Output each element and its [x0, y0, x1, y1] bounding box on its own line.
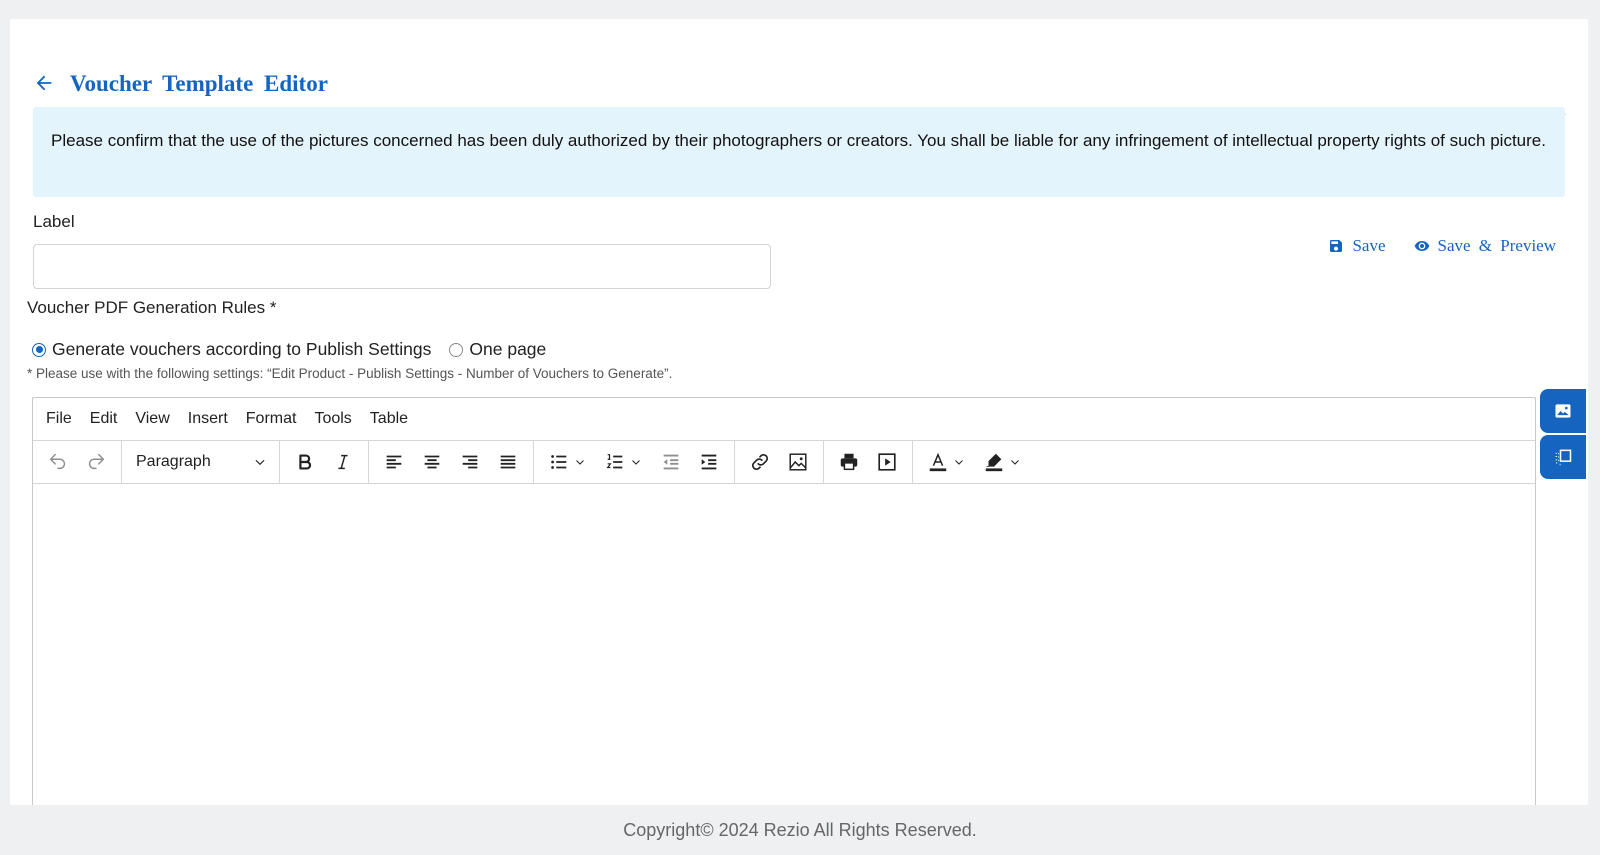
page-header: Voucher Template Editor — [33, 51, 1566, 115]
bold-icon — [299, 454, 312, 470]
menu-format[interactable]: Format — [237, 410, 306, 428]
align-right-button[interactable] — [451, 445, 489, 479]
text-color-icon — [929, 452, 947, 472]
radio-option-one-page[interactable]: One page — [449, 339, 546, 360]
text-color-button[interactable] — [919, 445, 975, 479]
page-title: Voucher Template Editor — [70, 71, 328, 96]
output-group — [824, 441, 913, 483]
save-button[interactable]: Save — [1328, 236, 1386, 256]
settings-hint: * Please use with the following settings… — [27, 366, 673, 381]
menu-insert[interactable]: Insert — [179, 410, 237, 428]
redo-icon — [88, 453, 105, 470]
radio-button-unchecked[interactable] — [449, 342, 464, 357]
editor-toolbar: Paragraph — [33, 441, 1535, 484]
italic-icon — [338, 454, 348, 470]
numbered-list-icon — [606, 454, 623, 469]
block-format-select[interactable]: Paragraph — [128, 445, 273, 479]
bold-button[interactable] — [286, 445, 324, 479]
editor-menubar: File Edit View Insert Format Tools Table — [33, 398, 1535, 441]
chevron-down-icon — [255, 459, 265, 466]
generation-rules-radio-group: Generate vouchers according to Publish S… — [32, 339, 564, 360]
highlighter-icon — [985, 453, 1003, 472]
menu-edit[interactable]: Edit — [81, 410, 127, 428]
menu-view[interactable]: View — [126, 410, 178, 428]
editor-content-area[interactable] — [33, 484, 1535, 805]
printer-icon — [840, 453, 858, 471]
insert-group — [735, 441, 824, 483]
menu-file[interactable]: File — [37, 410, 81, 428]
template-list-tab[interactable] — [1540, 435, 1586, 479]
list-layout-icon — [1555, 449, 1572, 466]
page-footer: Copyright© 2024 Rezio All Rights Reserve… — [623, 820, 977, 840]
color-group — [913, 441, 1037, 483]
indent-icon — [701, 454, 717, 470]
media-play-icon — [878, 453, 896, 471]
undo-icon — [49, 453, 66, 470]
action-buttons: Save Save & Preview — [1328, 236, 1556, 256]
menu-table[interactable]: Table — [361, 410, 417, 428]
generation-rules-title: Voucher PDF Generation Rules * — [27, 298, 277, 317]
insert-image-button[interactable] — [779, 445, 817, 479]
block-format-value: Paragraph — [136, 453, 211, 470]
redo-button[interactable] — [77, 445, 115, 479]
copyright-notice: Please confirm that the use of the pictu… — [33, 107, 1565, 197]
text-style-group — [280, 441, 369, 483]
floppy-disk-icon — [1330, 240, 1343, 252]
align-justify-button[interactable] — [489, 445, 527, 479]
radio-option-publish-settings[interactable]: Generate vouchers according to Publish S… — [32, 339, 431, 360]
radio-label-one-page: One page — [469, 339, 547, 359]
outdent-button[interactable] — [652, 445, 690, 479]
radio-label-publish-settings: Generate vouchers according to Publish S… — [52, 339, 432, 359]
link-button[interactable] — [741, 445, 779, 479]
align-center-icon — [424, 455, 440, 469]
label-field-label: Label — [33, 212, 75, 231]
align-left-button[interactable] — [375, 445, 413, 479]
insert-media-button[interactable] — [868, 445, 906, 479]
outdent-icon — [663, 454, 679, 470]
undo-button[interactable] — [39, 445, 77, 479]
italic-button[interactable] — [324, 445, 362, 479]
align-right-icon — [462, 455, 478, 469]
radio-button-checked[interactable] — [32, 342, 46, 357]
list-group — [534, 441, 735, 483]
chevron-down-icon — [576, 460, 584, 465]
alignment-group — [369, 441, 534, 483]
arrow-left-icon[interactable] — [33, 72, 55, 94]
indent-button[interactable] — [690, 445, 728, 479]
image-panel-tab[interactable] — [1540, 389, 1586, 433]
link-icon — [751, 453, 769, 471]
highlight-color-button[interactable] — [975, 445, 1031, 479]
label-input[interactable] — [33, 244, 771, 289]
save-preview-button[interactable]: Save & Preview — [1414, 236, 1556, 256]
menu-tools[interactable]: Tools — [305, 410, 360, 428]
bullet-list-icon — [551, 455, 567, 469]
chevron-down-icon — [1011, 460, 1019, 465]
rich-text-editor: File Edit View Insert Format Tools Table… — [32, 397, 1536, 805]
eye-icon — [1414, 241, 1429, 251]
align-left-icon — [386, 455, 402, 469]
print-button[interactable] — [830, 445, 868, 479]
editor-card: Voucher Template Editor Please confirm t… — [10, 19, 1588, 805]
chevron-down-icon — [632, 460, 640, 465]
align-justify-icon — [500, 455, 516, 469]
chevron-down-icon — [955, 460, 963, 465]
history-group — [33, 441, 122, 483]
image-icon — [1555, 404, 1571, 418]
numbered-list-button[interactable] — [596, 445, 652, 479]
block-format-group: Paragraph — [122, 441, 280, 483]
save-preview-button-label: Save & Preview — [1437, 236, 1556, 255]
align-center-button[interactable] — [413, 445, 451, 479]
save-button-label: Save — [1352, 236, 1386, 255]
bullet-list-button[interactable] — [540, 445, 596, 479]
image-icon — [789, 453, 807, 471]
